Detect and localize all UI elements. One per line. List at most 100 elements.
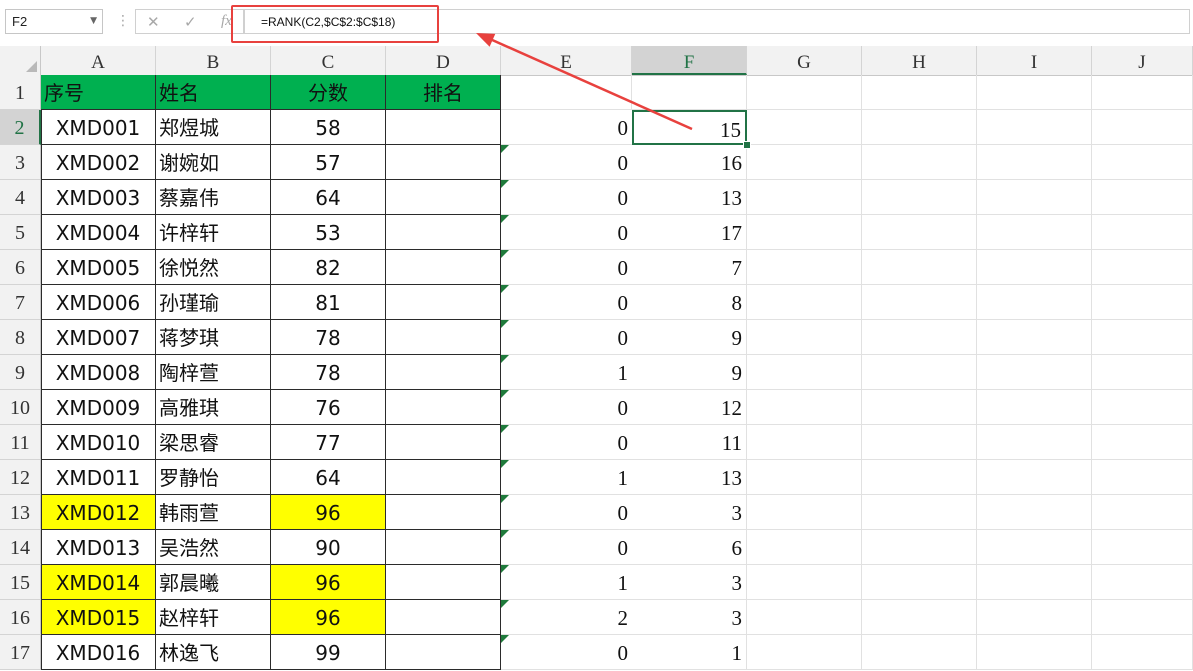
cell-score[interactable]: 64	[271, 180, 386, 215]
grid-cell[interactable]	[747, 180, 862, 215]
cell-score[interactable]: 77	[271, 425, 386, 460]
grid-cell[interactable]	[862, 460, 977, 495]
cell-name[interactable]: 郭晨曦	[156, 565, 271, 600]
grid-cell[interactable]	[862, 600, 977, 635]
cell-id[interactable]: XMD014	[41, 565, 156, 600]
row-header-10[interactable]: 10	[0, 390, 41, 425]
grid-cell[interactable]	[747, 600, 862, 635]
grid-cell[interactable]	[1092, 425, 1193, 460]
cell-name[interactable]: 陶梓萱	[156, 355, 271, 390]
cell-id[interactable]: XMD009	[41, 390, 156, 425]
grid-cell[interactable]	[977, 355, 1092, 390]
cell-f[interactable]: 3	[632, 565, 747, 600]
cell-e[interactable]: 0	[501, 320, 632, 355]
cell-id[interactable]: XMD013	[41, 530, 156, 565]
row-header-6[interactable]: 6	[0, 250, 41, 285]
cell-rank[interactable]	[386, 530, 501, 565]
cell-rank[interactable]	[386, 565, 501, 600]
grid-cell[interactable]	[747, 530, 862, 565]
cell-id[interactable]: XMD007	[41, 320, 156, 355]
cell-e[interactable]: 0	[501, 390, 632, 425]
grid-cell[interactable]	[977, 145, 1092, 180]
cell-score[interactable]: 58	[271, 110, 386, 145]
column-header-c[interactable]: C	[271, 46, 386, 75]
cell-score[interactable]: 53	[271, 215, 386, 250]
grid-cell[interactable]	[1092, 75, 1193, 110]
cell-rank[interactable]	[386, 285, 501, 320]
row-header-17[interactable]: 17	[0, 635, 41, 670]
grid-cell[interactable]	[977, 180, 1092, 215]
grid-cell[interactable]	[862, 425, 977, 460]
cell-id[interactable]: XMD015	[41, 600, 156, 635]
cell-rank[interactable]	[386, 145, 501, 180]
cell-f[interactable]: 7	[632, 250, 747, 285]
grid-cell[interactable]	[977, 320, 1092, 355]
grid-cell[interactable]	[862, 75, 977, 110]
cell-e[interactable]: 0	[501, 215, 632, 250]
cell-e[interactable]: 0	[501, 180, 632, 215]
cell-name[interactable]: 谢婉如	[156, 145, 271, 180]
grid-cell[interactable]	[1092, 530, 1193, 565]
grid-cell[interactable]	[747, 320, 862, 355]
row-header-14[interactable]: 14	[0, 530, 41, 565]
cell-e[interactable]: 1	[501, 565, 632, 600]
grid-cell[interactable]	[977, 495, 1092, 530]
grid-cell[interactable]	[862, 390, 977, 425]
cell-id[interactable]: XMD006	[41, 285, 156, 320]
column-header-g[interactable]: G	[747, 46, 862, 75]
cell-id[interactable]: XMD005	[41, 250, 156, 285]
grid-cell[interactable]	[1092, 565, 1193, 600]
row-header-15[interactable]: 15	[0, 565, 41, 600]
column-header-e[interactable]: E	[501, 46, 632, 75]
cell-rank[interactable]	[386, 355, 501, 390]
cell-rank[interactable]	[386, 180, 501, 215]
row-header-1[interactable]: 1	[0, 75, 41, 110]
cell-score[interactable]: 99	[271, 635, 386, 670]
enter-icon[interactable]: ✓	[184, 13, 197, 31]
column-header-j[interactable]: J	[1092, 46, 1193, 75]
cell-name[interactable]: 林逸飞	[156, 635, 271, 670]
grid-cell[interactable]	[977, 600, 1092, 635]
grid-cell[interactable]	[862, 530, 977, 565]
cell-score[interactable]: 64	[271, 460, 386, 495]
cell-score[interactable]: 82	[271, 250, 386, 285]
grid-cell[interactable]	[747, 250, 862, 285]
cell-rank[interactable]	[386, 600, 501, 635]
grid-cell[interactable]	[1092, 285, 1193, 320]
cell-e[interactable]: 0	[501, 635, 632, 670]
column-header-i[interactable]: I	[977, 46, 1092, 75]
grid-cell[interactable]	[862, 110, 977, 145]
cell-id[interactable]: XMD002	[41, 145, 156, 180]
cell-f[interactable]: 1	[632, 635, 747, 670]
cell-e[interactable]: 0	[501, 250, 632, 285]
grid-cell[interactable]	[747, 495, 862, 530]
cell-score[interactable]: 57	[271, 145, 386, 180]
grid-cell[interactable]	[977, 635, 1092, 670]
row-header-5[interactable]: 5	[0, 215, 41, 250]
cell-f[interactable]: 3	[632, 495, 747, 530]
grid-cell[interactable]	[862, 495, 977, 530]
cell-score[interactable]: 78	[271, 320, 386, 355]
cell-id[interactable]: XMD004	[41, 215, 156, 250]
grid-cell[interactable]	[747, 110, 862, 145]
drag-handle-icon[interactable]: ⋮	[116, 13, 130, 29]
row-header-13[interactable]: 13	[0, 495, 41, 530]
cell-id[interactable]: XMD003	[41, 180, 156, 215]
cell-id[interactable]: XMD011	[41, 460, 156, 495]
grid-cell[interactable]	[747, 635, 862, 670]
cell-rank[interactable]	[386, 495, 501, 530]
grid-cell[interactable]	[747, 285, 862, 320]
cell-f[interactable]: 8	[632, 285, 747, 320]
grid-cell[interactable]	[977, 285, 1092, 320]
cell-f[interactable]: 11	[632, 425, 747, 460]
cell-e[interactable]: 0	[501, 285, 632, 320]
grid-cell[interactable]	[862, 565, 977, 600]
grid-cell[interactable]	[747, 425, 862, 460]
grid-cell[interactable]	[862, 180, 977, 215]
cell-id[interactable]: XMD001	[41, 110, 156, 145]
cell-id[interactable]: XMD016	[41, 635, 156, 670]
row-header-8[interactable]: 8	[0, 320, 41, 355]
cell-e[interactable]: 0	[501, 145, 632, 180]
grid-cell[interactable]	[1092, 180, 1193, 215]
grid-cell[interactable]	[977, 565, 1092, 600]
